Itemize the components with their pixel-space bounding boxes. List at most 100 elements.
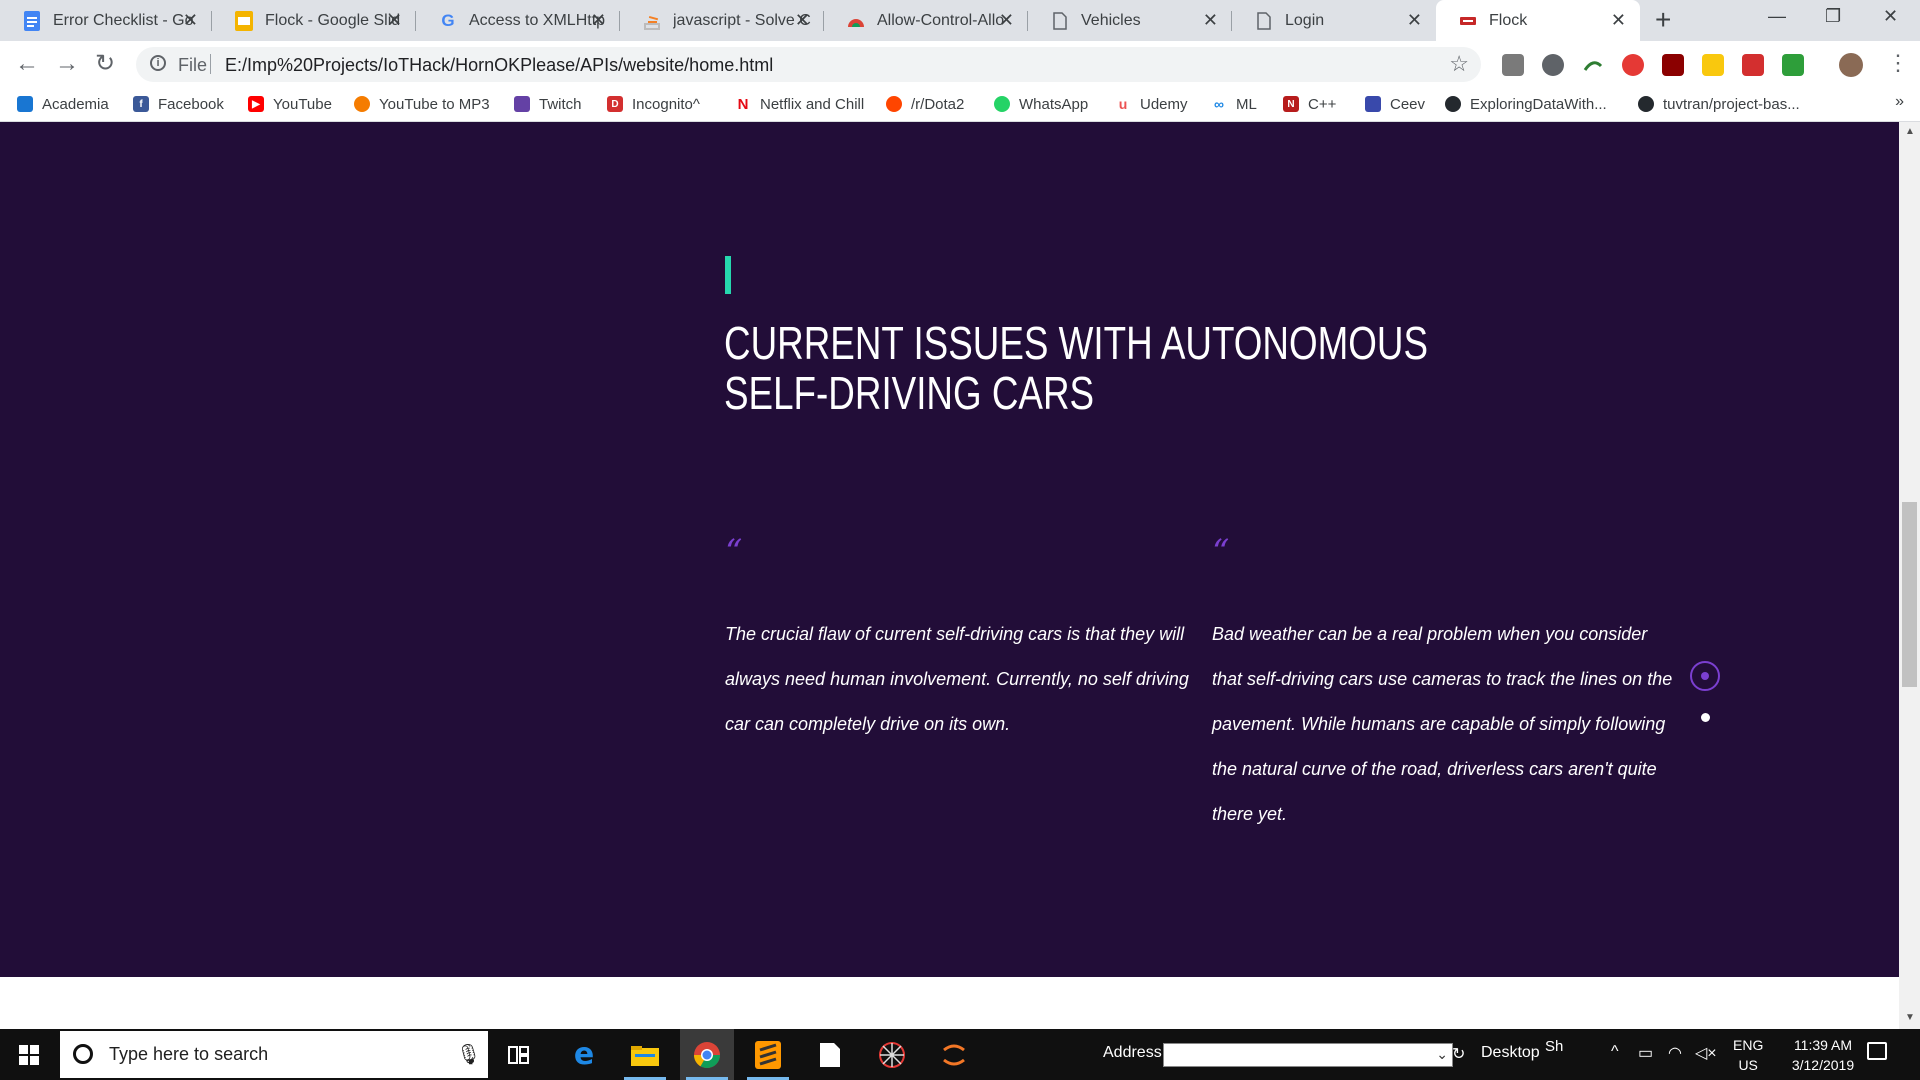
ceev-icon <box>1365 96 1381 112</box>
bookmark-reddit-dota2[interactable]: /r/Dota2 <box>886 94 964 114</box>
battery-icon[interactable]: ▭ <box>1638 1043 1653 1063</box>
system-clock[interactable]: 11:39 AM 3/12/2019 <box>1773 1035 1873 1075</box>
tab-javascript-so[interactable]: javascript - Solve C ✕ <box>620 0 824 41</box>
bookmark-udemy[interactable]: u Udemy <box>1115 94 1188 114</box>
close-window-button[interactable]: ✕ <box>1883 6 1898 27</box>
url-scheme: File <box>178 55 208 75</box>
bookmark-youtube[interactable]: ▶ YouTube <box>248 94 332 114</box>
bookmark-academia[interactable]: Academia <box>17 94 109 114</box>
tab-close-icon[interactable]: ✕ <box>387 10 402 30</box>
bookmark-label: Facebook <box>158 95 224 113</box>
bookmark-whatsapp[interactable]: WhatsApp <box>994 94 1088 114</box>
microphone-icon[interactable]: 🎙 <box>456 1042 481 1067</box>
volume-muted-icon[interactable]: ◁× <box>1695 1043 1717 1063</box>
address-toolbar-input[interactable]: ⌄ <box>1163 1043 1453 1067</box>
tab-close-icon[interactable]: ✕ <box>795 10 810 30</box>
spider-app-icon[interactable] <box>865 1029 919 1080</box>
reddit-icon <box>886 96 902 112</box>
bookmark-netflix[interactable]: N Netflix and Chill <box>735 94 864 114</box>
tab-close-icon[interactable]: ✕ <box>591 10 606 30</box>
desktop-toolbar-label[interactable]: Desktop <box>1481 1044 1540 1062</box>
back-button[interactable]: ← <box>15 51 39 77</box>
tab-close-icon[interactable]: ✕ <box>183 10 198 30</box>
jupyter-icon[interactable] <box>927 1029 981 1080</box>
notepad-icon[interactable] <box>803 1029 857 1080</box>
bookmark-facebook[interactable]: f Facebook <box>133 94 224 114</box>
bookmark-label: tuvtran/project-bas... <box>1663 95 1800 113</box>
wifi-icon[interactable]: ◠ <box>1668 1043 1682 1063</box>
file-explorer-icon[interactable] <box>618 1029 672 1080</box>
tab-close-icon[interactable]: ✕ <box>1407 10 1422 30</box>
google-docs-icon <box>22 10 42 31</box>
start-button[interactable] <box>0 1029 58 1080</box>
chevron-down-icon[interactable]: ⌄ <box>1436 1046 1448 1063</box>
bookmark-ml[interactable]: ∞ ML <box>1211 94 1257 114</box>
arc-extension-icon[interactable] <box>1582 54 1604 76</box>
bookmark-tuvtran[interactable]: tuvtran/project-bas... <box>1638 94 1800 114</box>
tab-close-icon[interactable]: ✕ <box>1611 10 1626 30</box>
tab-flock-slides[interactable]: Flock - Google Slid ✕ <box>212 0 416 41</box>
tab-close-icon[interactable]: ✕ <box>999 10 1014 30</box>
facebook-icon: f <box>133 96 149 112</box>
url-text[interactable]: E:/Imp%20Projects/IoTHack/HornOKPlease/A… <box>225 55 773 76</box>
tab-flock-active[interactable]: Flock ✕ <box>1436 0 1640 41</box>
sublime-text-icon[interactable] <box>741 1029 795 1080</box>
new-tab-button[interactable]: + <box>1655 6 1671 34</box>
scroll-up-arrow-icon[interactable]: ▲ <box>1905 126 1915 137</box>
bookmark-incognito[interactable]: D Incognito^ <box>607 94 700 114</box>
tab-strip: Error Checklist - Go ✕ Flock - Google Sl… <box>0 0 1920 41</box>
bookmark-label: Ceev <box>1390 95 1426 113</box>
scheme-divider <box>210 54 211 74</box>
tab-access-xmlhttp[interactable]: G Access to XMLHttp ✕ <box>416 0 620 41</box>
gmail-checker-extension-icon[interactable] <box>1502 54 1524 76</box>
tab-error-checklist[interactable]: Error Checklist - Go ✕ <box>0 0 212 41</box>
bookmarks-overflow-button[interactable]: » <box>1895 93 1904 111</box>
bookmark-cpp[interactable]: N C++ <box>1283 94 1336 114</box>
tab-vehicles[interactable]: Vehicles ✕ <box>1028 0 1232 41</box>
reload-button[interactable]: ↻ <box>95 51 115 77</box>
file-icon <box>1254 11 1274 31</box>
site-info-icon[interactable]: i <box>150 55 166 71</box>
restore-button[interactable]: ❐ <box>1825 6 1841 27</box>
bookmark-exploringdata[interactable]: ExploringDataWith... <box>1445 94 1607 114</box>
chrome-icon[interactable] <box>680 1029 734 1080</box>
bookmark-label: ExploringDataWith... <box>1470 95 1607 113</box>
minimize-button[interactable]: — <box>1768 6 1786 27</box>
notes-extension-icon[interactable] <box>1702 54 1724 76</box>
quote-mark-2: “ <box>1212 532 1230 572</box>
ml-icon: ∞ <box>1211 96 1227 112</box>
location-extension-icon[interactable] <box>1542 54 1564 76</box>
chrome-menu-icon[interactable]: ⋮ <box>1887 50 1909 76</box>
edge-icon[interactable]: e <box>557 1029 611 1080</box>
bookmark-youtube-mp3[interactable]: YouTube to MP3 <box>354 94 490 114</box>
tab-login[interactable]: Login ✕ <box>1232 0 1436 41</box>
page-scrollbar[interactable]: ▲ ▼ <box>1899 122 1920 1029</box>
bookmark-star-icon[interactable]: ☆ <box>1449 51 1469 77</box>
ublock-extension-icon[interactable] <box>1662 54 1684 76</box>
tray-overflow-chevron-icon[interactable]: ^ <box>1611 1043 1619 1061</box>
sh-toolbar-label[interactable]: Sh <box>1545 1038 1563 1055</box>
address-refresh-icon[interactable]: ↻ <box>1452 1044 1465 1064</box>
language-indicator[interactable]: ENG US <box>1733 1035 1763 1075</box>
clock-date: 3/12/2019 <box>1791 1057 1855 1073</box>
quote-text-2: Bad weather can be a real problem when y… <box>1212 624 1673 824</box>
address-bar[interactable]: i File E:/Imp%20Projects/IoTHack/HornOKP… <box>136 47 1481 82</box>
scrollbar-thumb[interactable] <box>1902 502 1917 687</box>
action-center-icon[interactable] <box>1867 1042 1887 1060</box>
red-extension-icon[interactable] <box>1742 54 1764 76</box>
taskbar-search[interactable]: Type here to search 🎙 <box>60 1031 488 1078</box>
adblock-extension-icon[interactable] <box>1622 54 1644 76</box>
scroll-down-arrow-icon[interactable]: ▼ <box>1905 1012 1915 1023</box>
slider-dot-active[interactable] <box>1690 661 1720 691</box>
forward-button[interactable]: → <box>55 51 79 77</box>
tab-close-icon[interactable]: ✕ <box>1203 10 1218 30</box>
tab-allow-control[interactable]: Allow-Control-Allo ✕ <box>824 0 1028 41</box>
bookmark-ceev[interactable]: Ceev <box>1365 94 1425 114</box>
task-view-icon[interactable] <box>492 1029 546 1080</box>
language-code: ENG <box>1733 1037 1764 1053</box>
profile-avatar[interactable] <box>1839 53 1863 77</box>
cors-extension-icon[interactable] <box>1782 54 1804 76</box>
bookmark-label: Twitch <box>539 95 582 113</box>
bookmark-twitch[interactable]: Twitch <box>514 94 582 114</box>
slider-dot[interactable] <box>1701 713 1710 722</box>
